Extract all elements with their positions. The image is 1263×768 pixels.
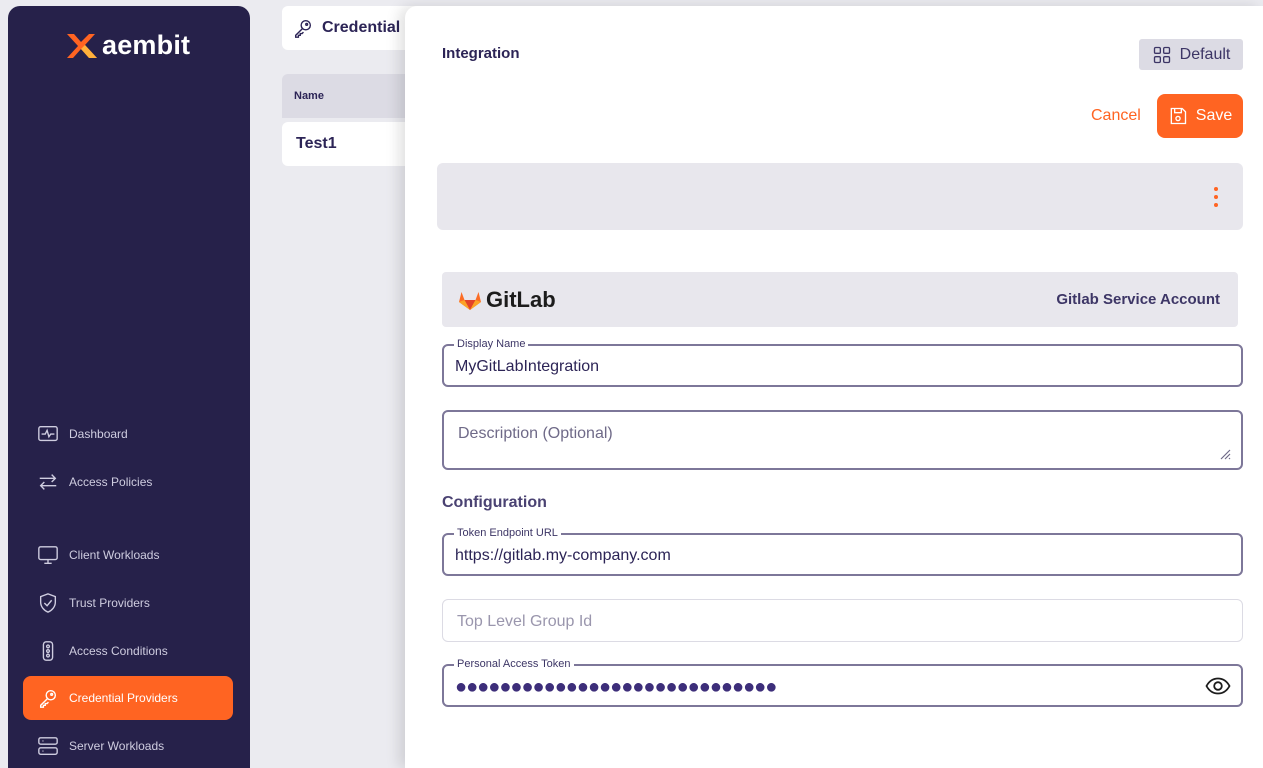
sidebar-item-label: Credential Providers — [69, 691, 178, 705]
brand-name: aembit — [102, 30, 191, 60]
sidebar-item-label: Server Workloads — [69, 739, 165, 753]
more-options-icon[interactable] — [1211, 187, 1221, 207]
token-endpoint-url-value: https://gitlab.my-company.com — [455, 547, 671, 564]
top-level-group-id-field[interactable]: Top Level Group Id — [442, 599, 1243, 642]
save-button[interactable]: Save — [1157, 94, 1243, 138]
token-endpoint-url-label: Token Endpoint URL — [454, 526, 561, 540]
drawer-title: Integration — [442, 45, 520, 62]
view-mode-label: Default — [1179, 45, 1231, 63]
save-label: Save — [1195, 107, 1233, 124]
sidebar-item-access-policies[interactable]: Access Policies — [23, 460, 233, 504]
sidebar-item-label: Dashboard — [69, 427, 128, 441]
display-name-value: MyGitLabIntegration — [455, 358, 600, 375]
traffic-light-icon — [42, 641, 54, 661]
key-icon — [39, 689, 57, 708]
display-name-label: Display Name — [454, 337, 529, 351]
floppy-disk-icon — [1170, 107, 1186, 125]
sidebar-item-dashboard[interactable]: Dashboard — [23, 412, 233, 456]
eye-icon[interactable] — [1205, 675, 1231, 697]
sidebar-item-trust-providers[interactable]: Trust Providers — [23, 581, 233, 625]
provider-type-header: GitLab Gitlab Service Account — [442, 272, 1238, 327]
aembit-logo-mark-icon — [67, 33, 97, 58]
token-endpoint-url-field[interactable]: Token Endpoint URL https://gitlab.my-com… — [442, 526, 1243, 576]
personal-access-token-label: Personal Access Token — [454, 657, 574, 671]
aembit-logo[interactable]: aembit — [64, 30, 190, 61]
description-field[interactable]: Description (Optional) — [442, 410, 1243, 470]
view-mode-button[interactable]: Default — [1139, 39, 1243, 70]
sidebar-item-access-conditions[interactable]: Access Conditions — [23, 629, 233, 673]
description-placeholder: Description (Optional) — [458, 425, 613, 442]
grid-icon — [1153, 46, 1170, 63]
sidebar-item-credential-providers[interactable]: Credential Providers — [23, 676, 233, 720]
configuration-section-title: Configuration — [442, 494, 547, 511]
resize-handle-icon[interactable] — [1219, 448, 1231, 460]
sidebar-item-server-workloads[interactable]: Server Workloads — [23, 724, 233, 768]
gitlab-logo: GitLab — [458, 287, 556, 313]
gitlab-tanuki-icon — [459, 291, 481, 310]
sidebar-item-label: Client Workloads — [69, 548, 160, 562]
display-name-field[interactable]: Display Name MyGitLabIntegration — [442, 337, 1243, 387]
provider-type-label: Gitlab Service Account — [1056, 291, 1220, 308]
personal-access-token-field[interactable]: Personal Access Token ●●●●●●●●●●●●●●●●●●… — [442, 657, 1243, 707]
integration-drawer: Integration Default Cancel Save GitLab G… — [405, 6, 1263, 768]
sidebar-item-label: Trust Providers — [69, 596, 150, 610]
gitlab-logo-text: GitLab — [486, 286, 556, 312]
personal-access-token-value: ●●●●●●●●●●●●●●●●●●●●●●●●●●●●● — [455, 676, 777, 698]
shield-check-icon — [39, 593, 57, 613]
cancel-button[interactable]: Cancel — [1091, 107, 1141, 125]
key-icon — [294, 19, 312, 38]
sidebar-item-label: Access Policies — [69, 475, 153, 489]
status-bar — [437, 163, 1243, 230]
monitor-icon — [38, 546, 58, 564]
sidebar: aembit Dashboard Access Policies Client … — [8, 6, 250, 768]
top-level-group-id-placeholder: Top Level Group Id — [457, 613, 593, 630]
pulse-monitor-icon — [38, 425, 58, 442]
breadcrumb-label: Credential — [322, 19, 401, 36]
sidebar-item-client-workloads[interactable]: Client Workloads — [23, 533, 233, 577]
server-icon — [38, 737, 58, 755]
sidebar-item-label: Access Conditions — [69, 644, 168, 658]
arrows-exchange-icon — [39, 474, 57, 490]
